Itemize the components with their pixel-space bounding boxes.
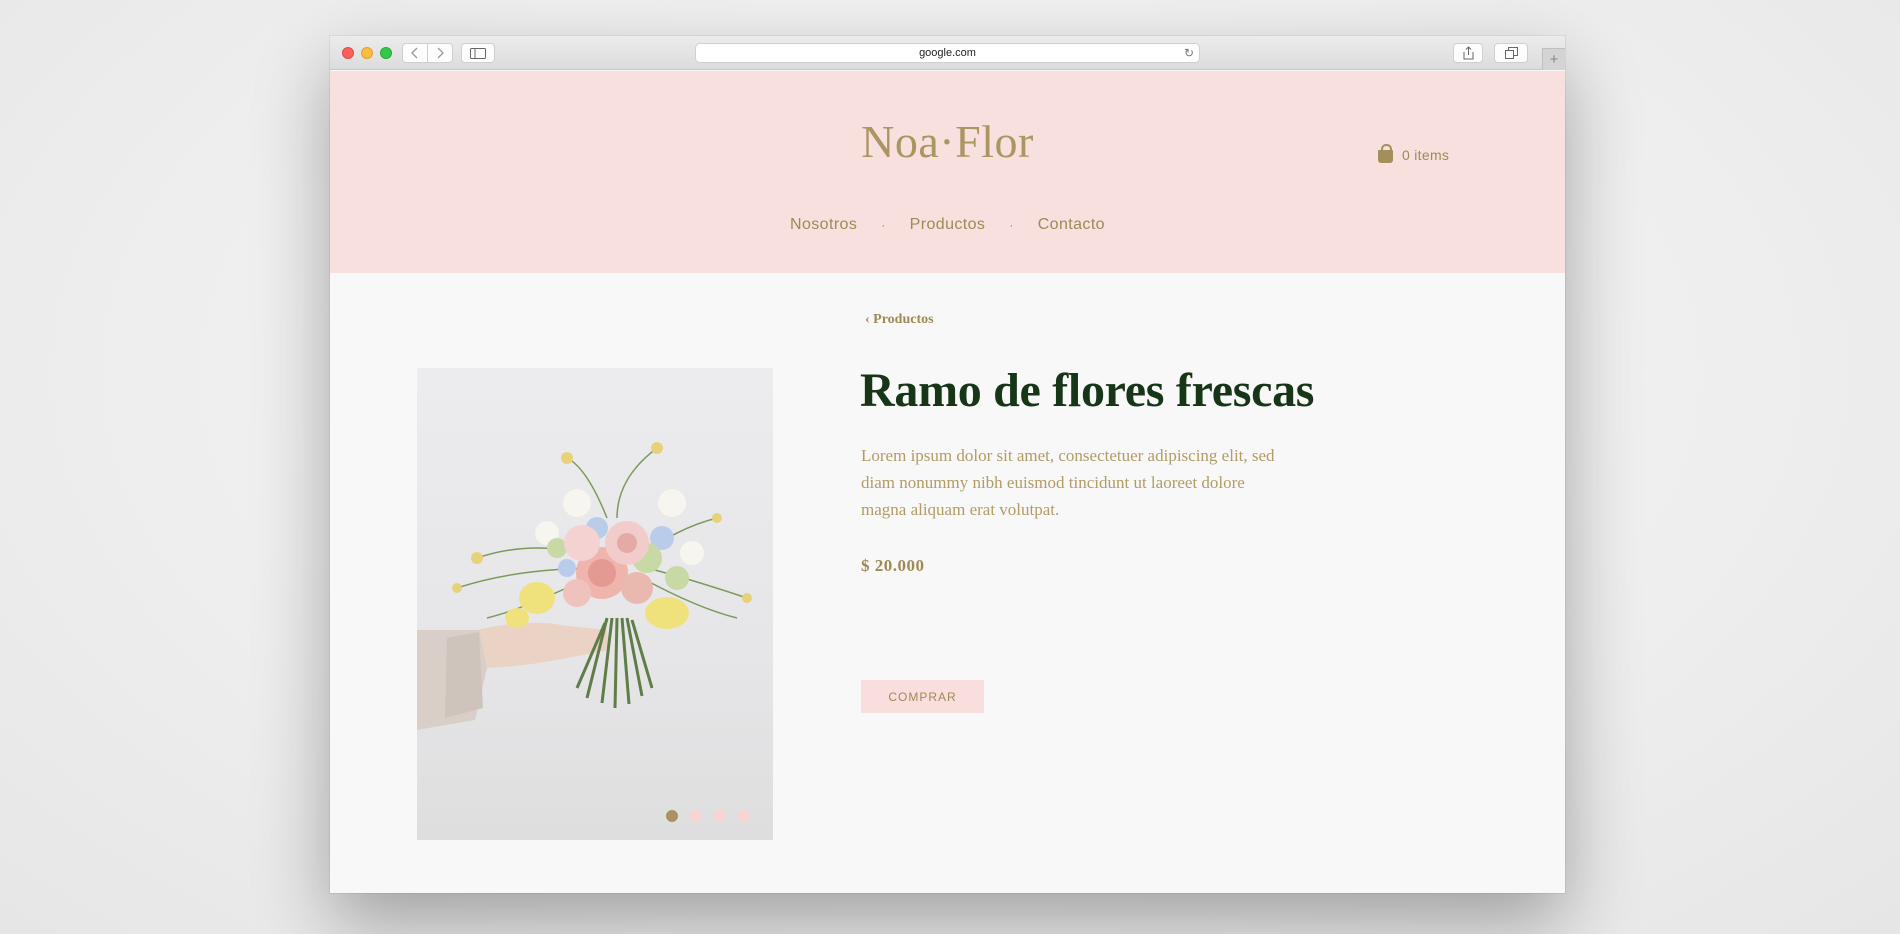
site-header: Noa·Flor 0 items Nosotros · Productos · …	[330, 71, 1565, 273]
address-bar[interactable]: google.com ↻	[695, 43, 1200, 63]
browser-window: google.com ↻ + Noa·Flor 0 items Nosotros…	[330, 36, 1565, 893]
bouquet-photo	[417, 442, 752, 730]
carousel-dot[interactable]	[738, 810, 750, 822]
close-window-button[interactable]	[342, 47, 354, 59]
back-to-products-link[interactable]: ‹ Productos	[865, 312, 934, 328]
carousel-dot[interactable]	[666, 810, 678, 822]
nav-item-contacto[interactable]: Contacto	[1038, 216, 1105, 234]
buy-button[interactable]: COMPRAR	[861, 680, 984, 713]
reload-icon[interactable]: ↻	[1184, 46, 1194, 60]
tabs-icon	[1504, 47, 1518, 59]
nav-item-productos[interactable]: Productos	[910, 216, 986, 234]
nav-separator: ·	[1009, 218, 1014, 232]
chevron-left-icon	[411, 47, 418, 59]
product-page: ‹ Productos Ramo de flores frescas Lorem…	[330, 273, 1565, 893]
product-price: $ 20.000	[861, 556, 925, 575]
nav-item-nosotros[interactable]: Nosotros	[790, 216, 857, 234]
sidebar-icon	[470, 47, 486, 59]
nav-separator: ·	[881, 218, 886, 232]
carousel-indicators	[666, 810, 750, 822]
main-nav: Nosotros · Productos · Contacto	[330, 216, 1565, 234]
product-title: Ramo de flores frescas	[860, 364, 1315, 417]
cart-count: 0 items	[1402, 146, 1450, 163]
product-description: Lorem ipsum dolor sit amet, consectetuer…	[861, 446, 1275, 519]
plus-icon: +	[1549, 51, 1559, 68]
shopping-bag-icon	[1378, 144, 1393, 163]
maximize-window-button[interactable]	[380, 47, 392, 59]
product-image-carousel[interactable]	[417, 368, 773, 840]
url-text: google.com	[919, 47, 976, 59]
share-button[interactable]	[1453, 43, 1483, 63]
carousel-dot[interactable]	[714, 810, 726, 822]
sidebar-toggle-button[interactable]	[461, 43, 495, 63]
new-tab-button[interactable]: +	[1542, 48, 1565, 70]
show-tabs-button[interactable]	[1494, 43, 1528, 63]
carousel-dot[interactable]	[690, 810, 702, 822]
share-icon	[1463, 46, 1473, 60]
chevron-right-icon	[437, 47, 444, 59]
forward-button[interactable]	[427, 43, 453, 63]
minimize-window-button[interactable]	[361, 47, 373, 59]
cart-link[interactable]: 0 items	[1378, 144, 1450, 163]
browser-toolbar: google.com ↻ +	[330, 36, 1565, 70]
back-button[interactable]	[402, 43, 428, 63]
